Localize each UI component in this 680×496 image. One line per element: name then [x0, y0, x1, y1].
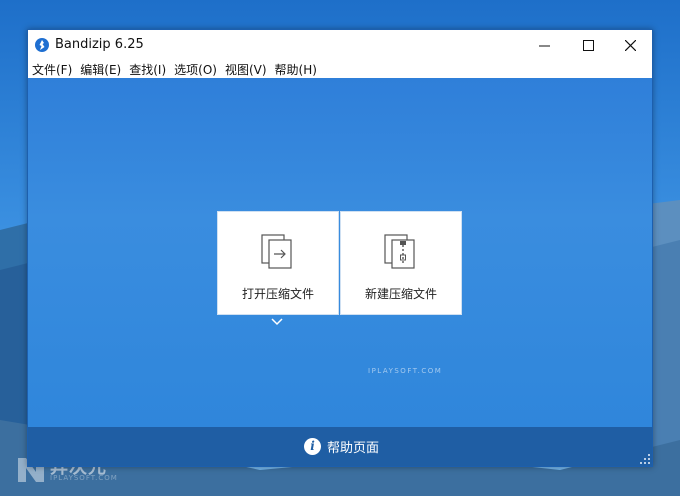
- watermark-brand-sub: IPLAYSOFT.COM: [50, 474, 118, 482]
- open-archive-label: 打开压缩文件: [241, 287, 314, 301]
- close-icon: [624, 39, 636, 51]
- close-button[interactable]: [608, 30, 652, 60]
- title-bar[interactable]: Bandizip 6.25: [28, 30, 652, 60]
- new-archive-icon: [384, 234, 415, 269]
- maximize-icon: [582, 39, 594, 51]
- menu-help[interactable]: 帮助(H): [271, 61, 321, 78]
- new-archive-button[interactable]: 新建压缩文件: [340, 211, 462, 315]
- new-archive-label: 新建压缩文件: [364, 287, 437, 301]
- window-title: Bandizip 6.25: [55, 37, 144, 52]
- open-archive-icon: [261, 234, 292, 269]
- menu-options[interactable]: 选项(O): [170, 61, 221, 78]
- menu-file[interactable]: 文件(F): [28, 61, 76, 78]
- minimize-button[interactable]: [522, 30, 566, 60]
- help-page-link[interactable]: i 帮助页面: [304, 437, 379, 456]
- help-page-label: 帮助页面: [327, 441, 380, 456]
- menu-find[interactable]: 查找(I): [125, 61, 170, 78]
- main-content: 打开压缩文件 新建压缩文件 IPLAYSOFT.COM: [28, 78, 652, 427]
- resize-grip-icon[interactable]: [640, 454, 650, 464]
- watermark-small: IPLAYSOFT.COM: [368, 367, 443, 375]
- menu-edit[interactable]: 编辑(E): [76, 61, 125, 78]
- chevron-down-icon[interactable]: [271, 318, 283, 326]
- app-window: Bandizip 6.25 文件(F) 编辑(E) 查找(I) 选项(O) 视图…: [27, 29, 653, 467]
- menu-bar: 文件(F) 编辑(E) 查找(I) 选项(O) 视图(V) 帮助(H): [28, 60, 652, 78]
- open-archive-button[interactable]: 打开压缩文件: [217, 211, 339, 315]
- bandizip-logo-icon: [35, 38, 49, 52]
- minimize-icon: [538, 45, 550, 46]
- info-icon: i: [304, 438, 321, 455]
- footer-bar: i 帮助页面: [28, 427, 652, 466]
- maximize-button[interactable]: [566, 30, 610, 60]
- menu-view[interactable]: 视图(V): [221, 61, 271, 78]
